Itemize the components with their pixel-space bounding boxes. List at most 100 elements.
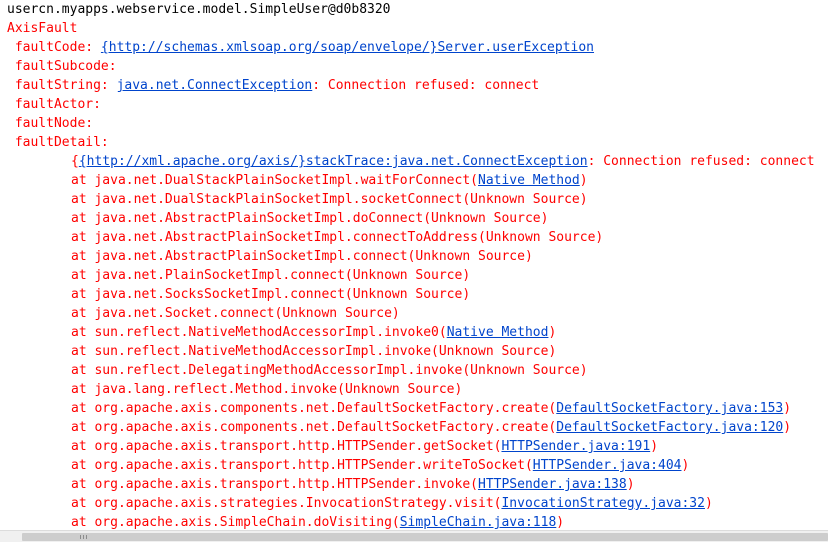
stack-frame-source: Unknown Source [282,306,392,321]
stack-frame-method: at java.net.PlainSocketImpl.connect( [71,268,353,283]
stack-frame-source-link[interactable]: HTTPSender.java:191 [501,439,650,454]
stack-frame-source-link[interactable]: Native Method [447,325,549,340]
stack-frame-method: at org.apache.axis.components.net.Defaul… [71,420,557,435]
stack-frame-method: at sun.reflect.NativeMethodAccessorImpl.… [71,344,439,359]
stack-frame-source-link[interactable]: DefaultSocketFactory.java:153 [556,401,783,416]
stack-frames: at java.net.DualStackPlainSocketImpl.wai… [7,171,828,530]
stack-frame: at java.net.DualStackPlainSocketImpl.soc… [7,190,828,209]
stack-trace-tag[interactable]: stackTrace: [306,154,392,169]
stack-frame-close-paren: ) [783,420,792,435]
stack-frame-source-link[interactable]: HTTPSender.java:404 [533,458,682,473]
stack-frame-close-paren: ) [704,496,713,511]
stack-frame-close-paren: ) [524,249,533,264]
stack-frame-method: at java.net.AbstractPlainSocketImpl.conn… [71,249,416,264]
fault-string-exception-link[interactable]: java.net.ConnectException [117,78,313,93]
stack-frame-source-link[interactable]: DefaultSocketFactory.java:120 [556,420,783,435]
fault-string-label: faultString: [7,78,117,93]
stack-frame-method: at java.net.DualStackPlainSocketImpl.soc… [71,192,471,207]
stack-frame-source: Unknown Source [352,268,463,283]
fault-code-link[interactable]: {http://schemas.xmlsoap.org/soap/envelop… [101,40,594,55]
stack-trace-exception-link[interactable]: java.net.ConnectException [392,154,588,169]
fault-string-message: : Connection refused: connect [312,78,540,93]
stack-frame-close-paren: ) [462,268,471,283]
stack-frame-method: at java.net.DualStackPlainSocketImpl.wai… [71,173,478,188]
stack-frame: at java.net.AbstractPlainSocketImpl.conn… [7,228,828,247]
stack-frame-close-paren: ) [681,458,690,473]
stack-frame-source: Unknown Source [470,192,580,207]
stack-frame-source-link[interactable]: SimpleChain.java:118 [400,515,557,530]
stack-frame: at org.apache.axis.transport.http.HTTPSe… [7,437,828,456]
scrollbar-grip-line [86,535,87,539]
stack-frame-source: Unknown Source [352,287,463,302]
stack-frame-close-paren: ) [579,192,588,207]
fault-code-label: faultCode: [7,40,101,55]
stack-frame-method: at org.apache.axis.strategies.Invocation… [71,496,502,511]
stack-frame: at org.apache.axis.transport.http.HTTPSe… [7,456,828,475]
fault-actor-line: faultActor: [7,97,101,112]
stack-frame-method: at org.apache.axis.SimpleChain.doVisitin… [71,515,400,530]
stack-frame-method: at java.net.SocksSocketImpl.connect( [71,287,353,302]
stack-frame-source-link[interactable]: HTTPSender.java:138 [478,477,627,492]
scrollbar-grip-line [80,535,81,539]
stack-frame-source: Unknown Source [431,211,541,226]
stack-frame-close-paren: ) [540,211,549,226]
stack-trace-namespace-link[interactable]: {http://xml.apache.org/axis/} [79,154,306,169]
stack-frame-method: at org.apache.axis.transport.http.HTTPSe… [71,439,502,454]
stack-frame-close-paren: ) [579,173,588,188]
stack-frame-close-paren: ) [650,439,659,454]
fault-node-line: faultNode: [7,116,94,131]
stack-frame: at sun.reflect.NativeMethodAccessorImpl.… [7,342,828,361]
stack-frame-method: at java.lang.reflect.Method.invoke( [71,382,345,397]
stack-frame-close-paren: ) [548,344,557,359]
stack-frame: at org.apache.axis.SimpleChain.doVisitin… [7,513,828,530]
fault-code-line: faultCode: {http://schemas.xmlsoap.org/s… [7,38,828,57]
stack-frame-method: at org.apache.axis.transport.http.HTTPSe… [71,458,533,473]
stack-trace-header: {{http://xml.apache.org/axis/}stackTrace… [7,152,828,171]
console-output: usercn.myapps.webservice.model.SimpleUse… [0,0,828,530]
console-header-line: usercn.myapps.webservice.model.SimpleUse… [7,2,391,17]
stack-frame: at sun.reflect.DelegatingMethodAccessorI… [7,361,828,380]
stack-frame-method: at java.net.AbstractPlainSocketImpl.conn… [71,230,486,245]
stack-frame-close-paren: ) [595,230,604,245]
horizontal-scrollbar[interactable] [0,530,828,542]
stack-frame-source: Unknown Source [344,382,455,397]
stack-frame-close-paren: ) [626,477,635,492]
fault-detail-line: faultDetail: [7,135,109,150]
stack-frame-close-paren: ) [454,382,463,397]
stack-frame-source: Unknown Source [470,363,580,378]
scrollbar-thumb[interactable] [22,533,828,541]
fault-subcode-line: faultSubcode: [7,59,117,74]
fault-title: AxisFault [7,21,78,36]
stack-frame: at java.net.DualStackPlainSocketImpl.wai… [7,171,828,190]
stack-frame-method: at sun.reflect.NativeMethodAccessorImpl.… [71,325,447,340]
stack-frame: at org.apache.axis.transport.http.HTTPSe… [7,475,828,494]
stack-frame-method: at org.apache.axis.components.net.Defaul… [71,401,557,416]
stack-frame-close-paren: ) [462,287,471,302]
stack-frame: at java.net.AbstractPlainSocketImpl.conn… [7,247,828,266]
stack-frame-method: at org.apache.axis.transport.http.HTTPSe… [71,477,478,492]
stack-frame: at java.net.PlainSocketImpl.connect(Unkn… [7,266,828,285]
stack-frame: at org.apache.axis.strategies.Invocation… [7,494,828,513]
stack-frame-source: Unknown Source [438,344,549,359]
stack-frame-source: Unknown Source [485,230,596,245]
stack-frame: at sun.reflect.NativeMethodAccessorImpl.… [7,323,828,342]
stack-frame: at java.lang.reflect.Method.invoke(Unkno… [7,380,828,399]
stack-frame: at java.net.Socket.connect(Unknown Sourc… [7,304,828,323]
stack-frame-close-paren: ) [548,325,557,340]
stack-trace-message: : Connection refused: connect [587,154,815,169]
fault-string-line: faultString: java.net.ConnectException: … [7,76,828,95]
stack-frame: at java.net.SocksSocketImpl.connect(Unkn… [7,285,828,304]
stack-frame: at java.net.AbstractPlainSocketImpl.doCo… [7,209,828,228]
stack-frame-close-paren: ) [556,515,565,530]
stack-frame-close-paren: ) [391,306,400,321]
stack-frame-source-link[interactable]: InvocationStrategy.java:32 [501,496,705,511]
stack-frame-method: at java.net.Socket.connect( [71,306,283,321]
stack-frame: at org.apache.axis.components.net.Defaul… [7,399,828,418]
stack-frame-method: at sun.reflect.DelegatingMethodAccessorI… [71,363,471,378]
stack-frame-source-link[interactable]: Native Method [478,173,580,188]
stack-frame-source: Unknown Source [415,249,525,264]
stack-trace-open-brace: { [71,154,79,169]
scrollbar-grip-line [83,535,84,539]
stack-frame: at org.apache.axis.components.net.Defaul… [7,418,828,437]
stack-frame-close-paren: ) [783,401,792,416]
